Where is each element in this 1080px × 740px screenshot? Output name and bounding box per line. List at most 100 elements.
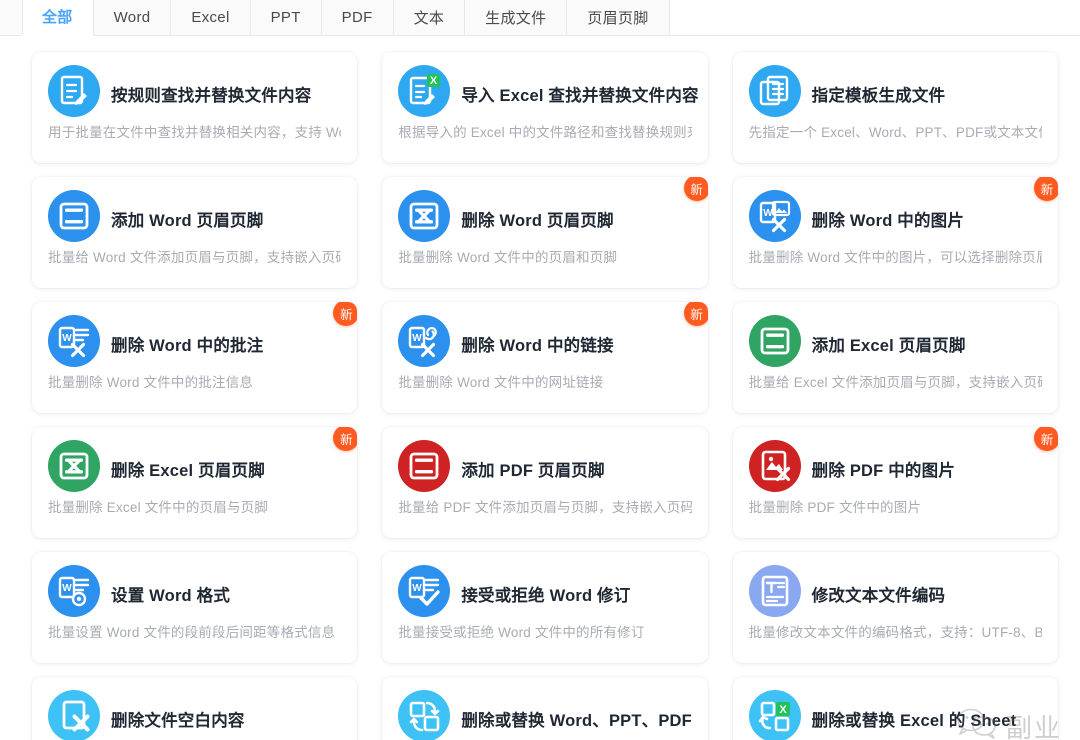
excel-header-footer-icon: [749, 315, 801, 367]
tool-card-header: 删除 Word 页眉页脚: [398, 190, 691, 248]
tab-1[interactable]: Word: [94, 0, 172, 35]
tool-card[interactable]: W 删除 Word 中的链接批量删除 Word 文件中的网址链接 新: [382, 302, 707, 413]
tool-card-description: 批量设置 Word 文件的段前段后间距等格式信息: [48, 621, 341, 641]
tool-card-title: 按规则查找并替换文件内容: [111, 82, 311, 106]
tab-0[interactable]: 全部: [22, 0, 94, 36]
tool-card-header: 删除 Excel 页眉页脚: [48, 440, 341, 498]
tool-card[interactable]: W接受或拒绝 Word 修订批量接受或拒绝 Word 文件中的所有修订: [382, 552, 707, 663]
tool-card-title: 删除文件空白内容: [111, 707, 245, 731]
excel-header-footer-delete-icon: [48, 440, 100, 492]
svg-text:X: X: [779, 704, 787, 716]
svg-text:W: W: [763, 208, 773, 219]
tab-5[interactable]: 文本: [394, 0, 466, 35]
tool-card[interactable]: W 设置 Word 格式批量设置 Word 文件的段前段后间距等格式信息: [32, 552, 357, 663]
tool-card-title: 添加 Excel 页眉页脚: [812, 332, 966, 356]
tool-card-description: 批量接受或拒绝 Word 文件中的所有修订: [398, 621, 691, 641]
tool-card[interactable]: 添加 Excel 页眉页脚批量给 Excel 文件添加页眉与页脚，支持嵌入页码: [733, 302, 1058, 413]
tool-card-header: W接受或拒绝 Word 修订: [398, 565, 691, 623]
tool-card[interactable]: X 删除或替换 Excel 的 Sheet: [733, 677, 1058, 740]
tool-card-header: 删除或替换 Word、PPT、PDF: [398, 690, 691, 740]
tool-card-header: 添加 Word 页眉页脚: [48, 190, 341, 248]
tool-card-title: 删除或替换 Word、PPT、PDF: [461, 707, 692, 731]
template-copy-icon: [749, 65, 801, 117]
tool-card-title: 添加 Word 页眉页脚: [111, 207, 263, 231]
tool-card-description: 批量删除 Word 文件中的页眉和页脚: [398, 246, 691, 266]
replace-pages-icon: [398, 690, 450, 740]
tool-card-title: 删除或替换 Excel 的 Sheet: [812, 707, 1017, 731]
tool-card-header: X 删除或替换 Excel 的 Sheet: [749, 690, 1042, 740]
tool-card[interactable]: W删除 Word 中的批注批量删除 Word 文件中的批注信息 新: [32, 302, 357, 413]
tab-4[interactable]: PDF: [322, 0, 394, 35]
tab-3[interactable]: PPT: [251, 0, 322, 35]
tool-card[interactable]: 删除 Word 页眉页脚批量删除 Word 文件中的页眉和页脚 新: [382, 177, 707, 288]
text-encoding-icon: [749, 565, 801, 617]
tool-card-description: 批量给 Excel 文件添加页眉与页脚，支持嵌入页码: [749, 371, 1042, 391]
tab-6[interactable]: 生成文件: [465, 0, 567, 35]
tools-grid: 按规则查找并替换文件内容用于批量在文件中查找并替换相关内容，支持 WorX导入 …: [32, 52, 1058, 740]
tool-card[interactable]: X导入 Excel 查找并替换文件内容根据导入的 Excel 中的文件路径和查找…: [382, 52, 707, 163]
tool-card-description: 用于批量在文件中查找并替换相关内容，支持 Wor: [48, 121, 341, 141]
tool-card-header: 删除 PDF 中的图片: [749, 440, 1042, 498]
tool-card-title: 删除 Excel 页眉页脚: [111, 457, 265, 481]
tool-card-description: 批量删除 Word 文件中的批注信息: [48, 371, 341, 391]
new-badge: 新: [1034, 427, 1058, 451]
tool-card[interactable]: 添加 Word 页眉页脚批量给 Word 文件添加页眉与页脚，支持嵌入页码: [32, 177, 357, 288]
tool-card-description: 批量删除 PDF 文件中的图片: [749, 496, 1042, 516]
tool-card-header: 添加 Excel 页眉页脚: [749, 315, 1042, 373]
tool-card-header: 指定模板生成文件: [749, 65, 1042, 123]
tool-card[interactable]: 删除 PDF 中的图片批量删除 PDF 文件中的图片 新: [733, 427, 1058, 538]
tool-card-header: W 设置 Word 格式: [48, 565, 341, 623]
new-badge: 新: [333, 302, 357, 326]
document-edit-excel-icon: X: [398, 65, 450, 117]
tool-card-title: 设置 Word 格式: [111, 582, 230, 606]
tool-card-description: 根据导入的 Excel 中的文件路径和查找替换规则来扌: [398, 121, 691, 141]
tool-card-description: 批量删除 Word 文件中的图片，可以选择删除页眉: [749, 246, 1042, 266]
pdf-image-delete-icon: [749, 440, 801, 492]
svg-text:W: W: [413, 333, 423, 344]
word-revision-icon: W: [398, 565, 450, 617]
tool-card[interactable]: 修改文本文件编码批量修改文本文件的编码格式，支持：UTF-8、BIG: [733, 552, 1058, 663]
svg-text:W: W: [62, 583, 72, 594]
tool-card[interactable]: W删除 Word 中的图片批量删除 Word 文件中的图片，可以选择删除页眉新: [733, 177, 1058, 288]
tool-card-description: 批量删除 Word 文件中的网址链接: [398, 371, 691, 391]
category-tab-bar: 全部WordExcelPPTPDF文本生成文件页眉页脚: [0, 0, 1080, 36]
tool-card[interactable]: 删除 Excel 页眉页脚批量删除 Excel 文件中的页眉与页脚新: [32, 427, 357, 538]
tool-card[interactable]: 指定模板生成文件先指定一个 Excel、Word、PPT、PDF或文本文件作: [733, 52, 1058, 163]
new-badge: 新: [333, 427, 357, 451]
tools-grid-container: 按规则查找并替换文件内容用于批量在文件中查找并替换相关内容，支持 WorX导入 …: [0, 36, 1080, 740]
tab-7[interactable]: 页眉页脚: [567, 0, 669, 35]
tab-2[interactable]: Excel: [171, 0, 250, 35]
new-badge: 新: [684, 177, 708, 201]
svg-text:W: W: [62, 333, 72, 344]
tool-card-title: 删除 Word 中的图片: [812, 207, 964, 231]
tool-card-header: 删除文件空白内容: [48, 690, 341, 740]
replace-sheet-icon: X: [749, 690, 801, 740]
tool-card[interactable]: 删除文件空白内容: [32, 677, 357, 740]
pdf-header-footer-icon: [398, 440, 450, 492]
tool-card-header: 添加 PDF 页眉页脚: [398, 440, 691, 498]
header-footer-delete-icon: [398, 190, 450, 242]
tool-card-description: 批量给 PDF 文件添加页眉与页脚，支持嵌入页码: [398, 496, 691, 516]
tool-card-title: 删除 Word 页眉页脚: [461, 207, 613, 231]
word-comment-delete-icon: W: [48, 315, 100, 367]
tool-card-title: 删除 PDF 中的图片: [812, 457, 955, 481]
word-format-icon: W: [48, 565, 100, 617]
word-link-delete-icon: W: [398, 315, 450, 367]
blank-content-delete-icon: [48, 690, 100, 740]
tool-card[interactable]: 添加 PDF 页眉页脚批量给 PDF 文件添加页眉与页脚，支持嵌入页码: [382, 427, 707, 538]
header-footer-icon: [48, 190, 100, 242]
tool-card[interactable]: 删除或替换 Word、PPT、PDF: [382, 677, 707, 740]
tool-card-header: X导入 Excel 查找并替换文件内容: [398, 65, 691, 123]
new-badge: 新: [684, 302, 708, 326]
tool-card[interactable]: 按规则查找并替换文件内容用于批量在文件中查找并替换相关内容，支持 Wor: [32, 52, 357, 163]
tool-card-description: 批量给 Word 文件添加页眉与页脚，支持嵌入页码: [48, 246, 341, 266]
word-image-delete-icon: W: [749, 190, 801, 242]
tool-card-header: 修改文本文件编码: [749, 565, 1042, 623]
tool-card-title: 添加 PDF 页眉页脚: [461, 457, 604, 481]
tool-card-header: W删除 Word 中的批注: [48, 315, 341, 373]
tool-card-description: 批量修改文本文件的编码格式，支持：UTF-8、BIG: [749, 621, 1042, 641]
tool-card-title: 导入 Excel 查找并替换文件内容: [461, 82, 698, 106]
tool-card-title: 指定模板生成文件: [812, 82, 946, 106]
tool-card-title: 删除 Word 中的链接: [461, 332, 613, 356]
tool-card-header: W 删除 Word 中的链接: [398, 315, 691, 373]
